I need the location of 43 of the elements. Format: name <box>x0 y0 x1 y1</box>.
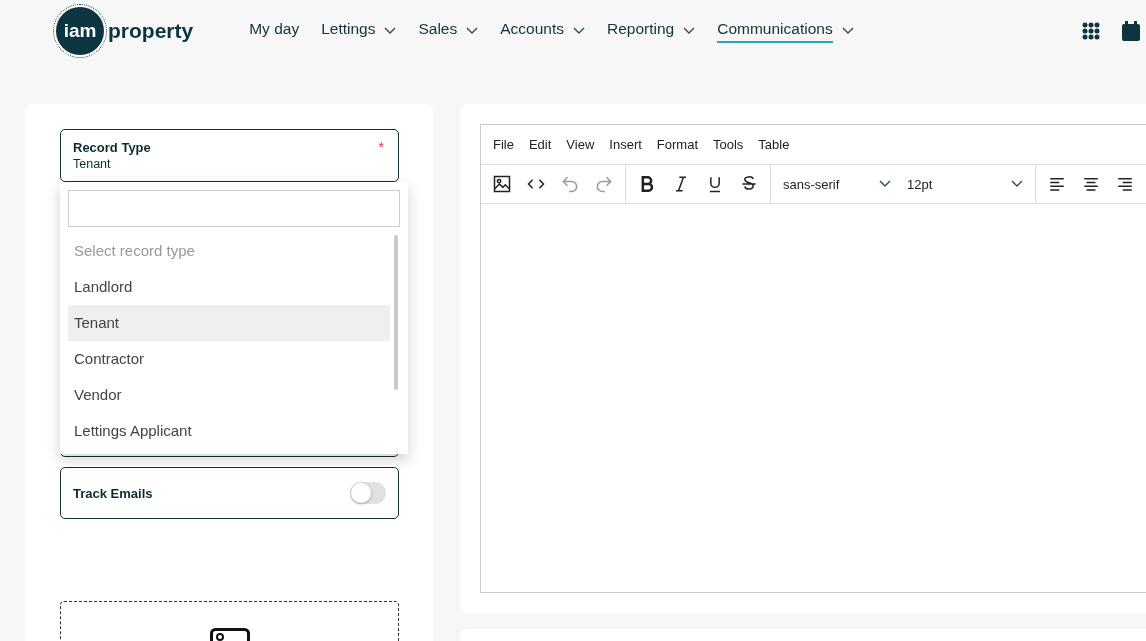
menu-item[interactable]: File <box>487 133 520 156</box>
chevron-down-icon <box>683 27 696 35</box>
nav-item[interactable]: Lettings <box>321 15 397 47</box>
font-family-select[interactable]: sans-serif <box>777 169 897 199</box>
apps-grid-icon[interactable] <box>1082 22 1100 40</box>
dropdown-option[interactable]: Tenant <box>68 305 390 341</box>
calendar-icon[interactable] <box>1122 21 1140 41</box>
menu-item[interactable]: Format <box>650 133 704 156</box>
scrollbar[interactable] <box>394 235 398 390</box>
toggle-switch[interactable] <box>350 482 386 504</box>
align-right-icon <box>1116 175 1134 193</box>
align-center-icon <box>1082 175 1100 193</box>
nav-item[interactable]: Accounts <box>500 15 585 47</box>
chevron-down-icon <box>573 27 585 35</box>
nav-item[interactable]: Reporting <box>607 15 696 47</box>
menu-item[interactable]: View <box>560 133 601 156</box>
chevron-down-icon <box>384 27 397 35</box>
nav-item[interactable]: Sales <box>418 15 479 47</box>
menu-item[interactable]: Table <box>752 133 796 156</box>
align-left-icon <box>1048 175 1066 193</box>
menu-item[interactable]: Tools <box>707 133 750 156</box>
chevron-down-icon <box>879 180 891 188</box>
toggle-label: Track Emails <box>73 485 153 501</box>
menu-item[interactable]: Edit <box>522 133 558 156</box>
chevron-down-icon <box>466 27 479 35</box>
dropdown-option[interactable]: Contractor <box>68 341 390 377</box>
search-field[interactable] <box>68 190 400 227</box>
nav-item[interactable]: Communications <box>717 15 854 47</box>
image-icon <box>492 174 512 194</box>
dropdown-option[interactable]: Vendor <box>68 377 390 413</box>
chevron-down-icon <box>841 27 854 35</box>
redo-icon <box>594 174 614 194</box>
required-marker: * <box>378 139 384 155</box>
menu-item[interactable]: Insert <box>603 133 648 156</box>
record-type-select[interactable]: Record Type Tenant * <box>60 129 399 182</box>
dropdown-option[interactable]: Lettings Applicant <box>68 413 390 449</box>
logo-text: property <box>108 19 194 43</box>
chevron-down-icon <box>1011 180 1023 188</box>
undo-icon <box>560 174 580 194</box>
dropdown-option[interactable]: Landlord <box>68 269 390 305</box>
font-size-select[interactable]: 12pt <box>901 169 1029 199</box>
logo-badge: iam <box>56 7 104 55</box>
nav-item[interactable]: My day <box>249 15 300 47</box>
